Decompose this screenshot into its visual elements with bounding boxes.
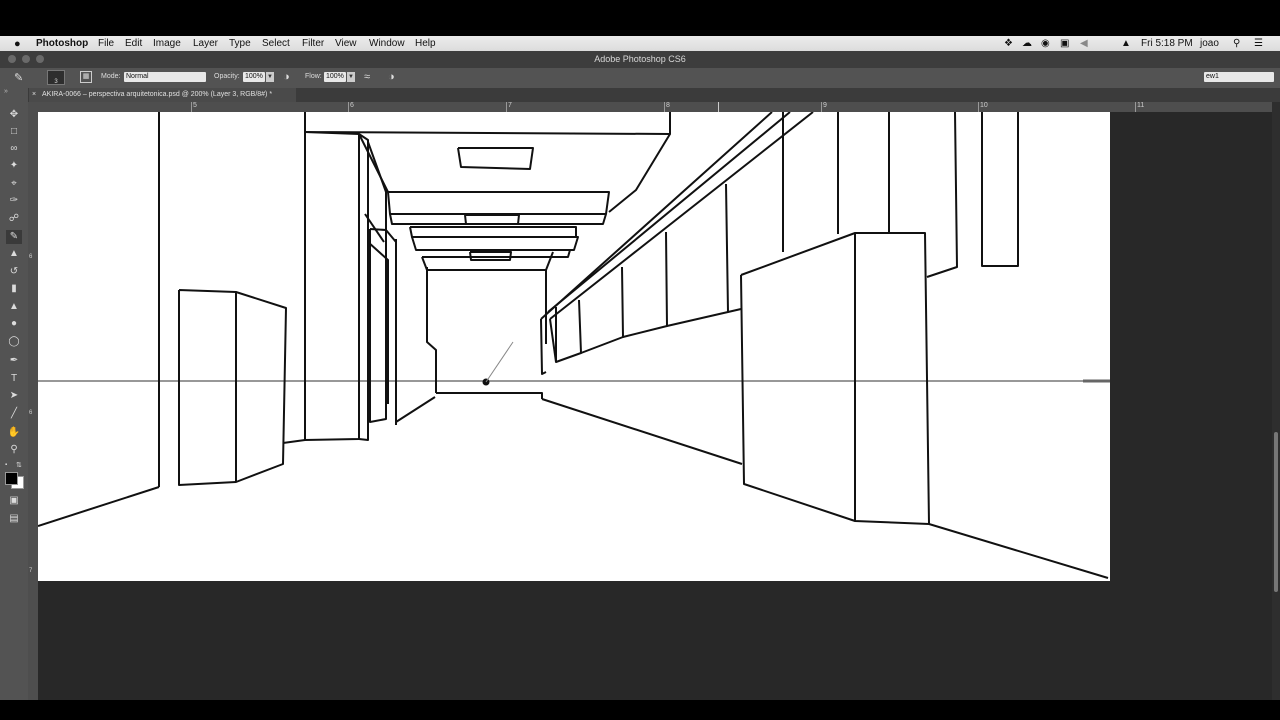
move-tool-icon[interactable]: ✥	[6, 108, 22, 122]
eyedropper-tool-icon[interactable]: ✑	[6, 194, 22, 208]
mode-label: Mode:	[101, 73, 121, 80]
mode-dropdown[interactable]: Normal	[124, 72, 206, 82]
airbrush-icon[interactable]: ≈	[364, 71, 370, 83]
menu-help[interactable]: Help	[415, 37, 436, 51]
perspective-drawing	[38, 112, 1110, 579]
document-tab-label: AKIRA-0066 – perspectiva arquitetonica.p…	[42, 91, 273, 98]
ruler-tick-label: 7	[506, 102, 512, 112]
ruler-tick-label: 11	[1135, 102, 1144, 112]
document-tab-bar: × AKIRA-0066 – perspectiva arquitetonica…	[28, 88, 1280, 102]
spotlight-search-icon[interactable]: ⚲	[1233, 37, 1240, 51]
window-title: Adobe Photoshop CS6	[594, 54, 686, 64]
opacity-label: Opacity:	[214, 73, 240, 80]
clock-text[interactable]: Fri 5:18 PM	[1141, 37, 1193, 51]
notification-center-icon[interactable]: ☰	[1254, 37, 1263, 51]
stamp-tool-icon[interactable]: ▲	[6, 247, 22, 261]
close-tab-icon[interactable]: ×	[32, 88, 36, 102]
workspace-dropdown[interactable]: ew1	[1204, 72, 1274, 82]
foreground-color-swatch[interactable]	[5, 472, 18, 485]
ruler-tick-label: 6	[29, 410, 33, 416]
ruler-cursor-marker	[718, 102, 719, 112]
eraser-tool-icon[interactable]: ▮	[6, 282, 22, 296]
options-bar: ✎ 3 ▦ Mode: Normal Opacity: 100% ▼ ◑ Flo…	[0, 68, 1280, 88]
flow-input[interactable]: 100%	[324, 72, 346, 82]
menu-window[interactable]: Window	[369, 37, 405, 51]
cloud-icon[interactable]: ☁	[1022, 37, 1032, 51]
flow-label: Flow:	[305, 73, 322, 80]
left-floor-line	[38, 486, 160, 527]
apple-icon[interactable]: ●	[14, 37, 21, 51]
ruler-tick-label: 6	[29, 254, 33, 260]
lasso-tool-icon[interactable]: ∞	[6, 142, 22, 156]
brush-panel-toggle-icon[interactable]: ▦	[80, 71, 92, 83]
ruler-tick-label: 6	[348, 102, 354, 112]
crop-tool-icon[interactable]: ⌖	[6, 177, 22, 191]
document-canvas[interactable]	[38, 112, 1110, 581]
menu-filter[interactable]: Filter	[302, 37, 324, 51]
opacity-input[interactable]: 100%	[243, 72, 265, 82]
menu-layer[interactable]: Layer	[193, 37, 218, 51]
menu-type[interactable]: Type	[229, 37, 251, 51]
dodge-tool-icon[interactable]: ◯	[6, 335, 22, 349]
blur-tool-icon[interactable]: ●	[6, 317, 22, 331]
line-tool-icon[interactable]: ╱	[6, 407, 22, 421]
scrollbar-thumb[interactable]	[1274, 432, 1278, 592]
horizontal-ruler: 5 6 7 8 9 10 11	[28, 102, 1272, 112]
menu-image[interactable]: Image	[153, 37, 181, 51]
tools-panel: » ✥ □ ∞ ✦ ⌖ ✑ ☍ ✎ ▲ ↺ ▮ ▲ ● ◯ ✒ T ➤ ╱ ✋ …	[0, 88, 29, 700]
opacity-dropdown-icon[interactable]: ▼	[266, 72, 274, 82]
ruler-tick-label: 5	[191, 102, 197, 112]
swap-colors-icon[interactable]: ⇅	[16, 461, 22, 469]
user-name[interactable]: joao	[1200, 37, 1219, 51]
app-name-menu[interactable]: Photoshop	[36, 37, 88, 51]
menu-bar: ● Photoshop File Edit Image Layer Type S…	[0, 36, 1280, 51]
quick-mask-icon[interactable]: ▣	[6, 494, 22, 508]
pressure-opacity-icon[interactable]: ◑	[283, 71, 290, 83]
record-icon[interactable]: ◉	[1041, 37, 1050, 51]
brush-size-picker[interactable]: 3	[47, 70, 65, 85]
history-brush-tool-icon[interactable]: ↺	[6, 265, 22, 279]
healing-tool-icon[interactable]: ☍	[6, 212, 22, 226]
right-floor-line-1	[541, 398, 743, 465]
wifi-icon[interactable]: ▲	[1121, 37, 1131, 51]
hand-tool-icon[interactable]: ✋	[6, 426, 22, 440]
volume-icon[interactable]: ◀	[1080, 37, 1088, 51]
vertical-ruler: 6 6 7	[28, 112, 38, 700]
window-title-bar: Adobe Photoshop CS6	[0, 51, 1280, 69]
menu-select[interactable]: Select	[262, 37, 290, 51]
display-icon[interactable]: ▣	[1060, 37, 1069, 51]
ruler-tick-label: 7	[29, 568, 33, 574]
vertical-scrollbar[interactable]	[1272, 102, 1280, 700]
menu-file[interactable]: File	[98, 37, 114, 51]
type-tool-icon[interactable]: T	[6, 372, 22, 386]
panel-collapse-icon[interactable]: »	[4, 88, 8, 95]
default-colors-icon[interactable]: ▪	[5, 462, 13, 468]
ruler-tick-label: 9	[821, 102, 827, 112]
ruler-tick-label: 10	[978, 102, 988, 112]
brush-preset-icon[interactable]: ✎	[14, 71, 23, 84]
document-tab[interactable]: × AKIRA-0066 – perspectiva arquitetonica…	[28, 88, 296, 102]
menu-view[interactable]: View	[335, 37, 357, 51]
zoom-tool-icon[interactable]: ⚲	[6, 443, 22, 457]
magic-wand-tool-icon[interactable]: ✦	[6, 159, 22, 173]
flow-dropdown-icon[interactable]: ▼	[347, 72, 355, 82]
marquee-tool-icon[interactable]: □	[6, 125, 22, 139]
path-selection-tool-icon[interactable]: ➤	[6, 389, 22, 403]
ruler-tick-label: 8	[664, 102, 670, 112]
screen-mode-icon[interactable]: ▤	[6, 512, 22, 526]
menu-edit[interactable]: Edit	[125, 37, 142, 51]
pen-tool-icon[interactable]: ✒	[6, 354, 22, 368]
paint-bucket-tool-icon[interactable]: ▲	[6, 300, 22, 314]
dropbox-icon[interactable]: ❖	[1004, 37, 1013, 51]
brush-tool-icon[interactable]: ✎	[6, 230, 22, 244]
pressure-size-icon[interactable]: ◑	[388, 71, 395, 83]
